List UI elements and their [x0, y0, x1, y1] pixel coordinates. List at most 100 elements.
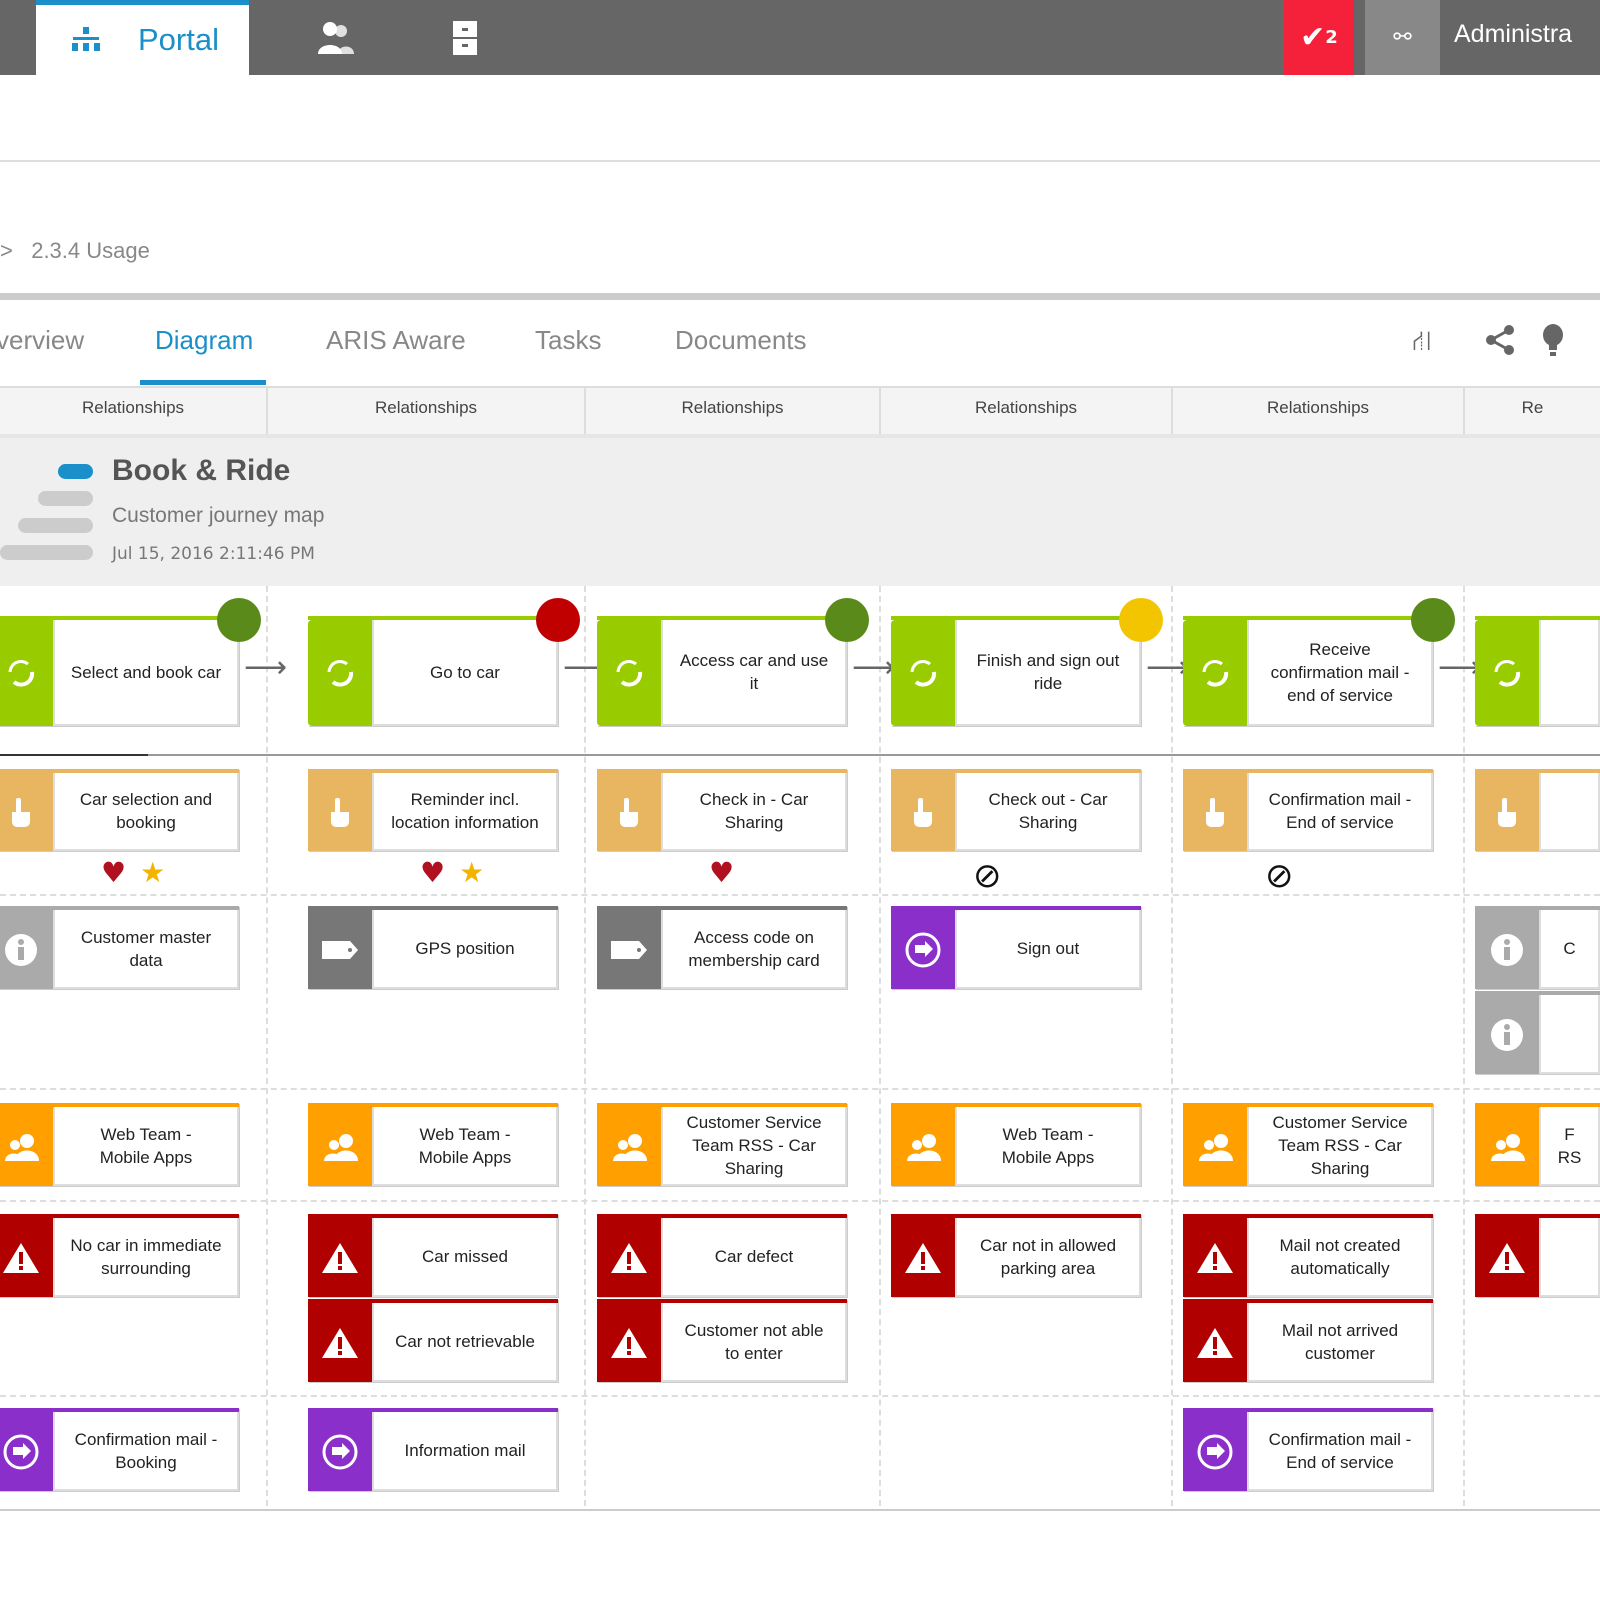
model-type: Customer journey map	[112, 504, 325, 527]
row-divider	[0, 1395, 1600, 1397]
message-card-label: Information mail	[372, 1412, 558, 1491]
info-icon	[1475, 910, 1539, 989]
message-card[interactable]: Confirmation mail - End of service	[1183, 1408, 1433, 1491]
glasses-button[interactable]: ⚯	[1365, 0, 1440, 75]
information-card-label: C	[1539, 910, 1600, 989]
tab-aris-aware[interactable]: ARIS Aware	[326, 325, 466, 356]
warning-icon	[308, 1303, 372, 1382]
hand-pointer-icon	[597, 773, 661, 851]
risk-card[interactable]: Car not retrievable	[308, 1299, 558, 1382]
warning-icon	[597, 1303, 661, 1382]
tab-overview[interactable]: verview	[0, 325, 84, 356]
team-card[interactable]: Web Team - Mobile Apps	[891, 1103, 1141, 1186]
cabinet-icon[interactable]	[452, 20, 478, 60]
touchpoint-icon	[0, 620, 53, 726]
lightbulb-icon[interactable]	[1542, 324, 1564, 365]
information-card-label: GPS position	[372, 910, 558, 989]
risk-card[interactable]: Mail not arrived customer	[1183, 1299, 1433, 1382]
risk-card-label: No car in immediate surrounding	[53, 1218, 239, 1297]
touchpoint-card-label: Car selection and booking	[53, 773, 239, 851]
touchpoint-card[interactable]: Reminder incl. location information	[308, 769, 558, 851]
rating: ⊘	[973, 856, 1002, 896]
risk-card[interactable]: Car not in allowed parking area	[891, 1214, 1141, 1297]
risk-card[interactable]: Car missed	[308, 1214, 558, 1297]
row-divider	[0, 1088, 1600, 1090]
touchpoint-card[interactable]: Check out - Car Sharing	[891, 769, 1141, 851]
risk-card[interactable]: Mail not created automatically	[1183, 1214, 1433, 1297]
diagram-bottom-border	[0, 1509, 1600, 1511]
warning-icon	[1183, 1218, 1247, 1297]
process-edit-icon[interactable]: ⛙	[1412, 324, 1432, 361]
touchpoint-icon	[1183, 620, 1247, 726]
breadcrumb-current[interactable]: 2.3.4 Usage	[31, 238, 150, 263]
relationships-header[interactable]: Relationships	[0, 388, 266, 434]
team-card-label: Web Team - Mobile Apps	[372, 1107, 558, 1186]
information-card[interactable]	[1475, 991, 1600, 1074]
info-icon	[1475, 995, 1539, 1074]
journey-step[interactable]	[1475, 616, 1600, 726]
tab-diagram[interactable]: Diagram	[155, 325, 253, 356]
tab-tasks[interactable]: Tasks	[535, 325, 601, 356]
information-card[interactable]: Sign out	[891, 906, 1141, 989]
tab-documents[interactable]: Documents	[675, 325, 807, 356]
warning-icon	[1475, 1218, 1539, 1297]
information-card[interactable]: GPS position	[308, 906, 558, 989]
information-card-label: Customer master data	[53, 910, 239, 989]
system-icon	[0, 1412, 53, 1491]
relationships-header[interactable]: Relationships	[1171, 388, 1463, 434]
team-card[interactable]: Customer Service Team RSS - Car Sharing	[1183, 1103, 1433, 1186]
not-applicable-icon: ⊘	[1265, 856, 1294, 896]
row-divider	[0, 894, 1600, 896]
model-logo-bar	[18, 518, 93, 533]
share-icon[interactable]	[1484, 324, 1516, 363]
journey-step[interactable]: Access car and use it	[597, 616, 847, 726]
relationships-header[interactable]: Relationships	[879, 388, 1171, 434]
information-card[interactable]: Customer master data	[0, 906, 239, 989]
risk-card[interactable]: No car in immediate surrounding	[0, 1214, 239, 1297]
touchpoint-card-label: Confirmation mail - End of service	[1247, 773, 1433, 851]
message-card[interactable]: Confirmation mail - Booking	[0, 1408, 239, 1491]
information-card[interactable]: C	[1475, 906, 1600, 989]
tag-icon	[597, 910, 661, 989]
touchpoint-card-label: Check out - Car Sharing	[955, 773, 1141, 851]
checkmark-heart-icon: ✔	[1300, 20, 1326, 55]
risk-card[interactable]: Car defect	[597, 1214, 847, 1297]
team-card[interactable]: Web Team - Mobile Apps	[0, 1103, 239, 1186]
tasks-button[interactable]: ✔ 2	[1284, 0, 1354, 75]
risk-card[interactable]: Customer not able to enter	[597, 1299, 847, 1382]
journey-step-label: Receive confirmation mail - end of servi…	[1247, 620, 1433, 726]
touchpoint-card[interactable]: Confirmation mail - End of service	[1183, 769, 1433, 851]
portal-label: Portal	[138, 22, 219, 57]
team-card[interactable]: Customer Service Team RSS - Car Sharing	[597, 1103, 847, 1186]
model-logo-bar	[0, 545, 93, 560]
user-menu[interactable]: Administra	[1454, 20, 1600, 49]
system-icon	[308, 1412, 372, 1491]
team-card[interactable]: Web Team - Mobile Apps	[308, 1103, 558, 1186]
relationships-header[interactable]: Relationships	[584, 388, 879, 434]
row-divider	[0, 1200, 1600, 1202]
tag-icon	[308, 910, 372, 989]
journey-step[interactable]: Finish and sign out ride	[891, 616, 1141, 726]
warning-icon	[308, 1218, 372, 1297]
breadcrumb-separator: >	[0, 238, 13, 263]
team-card[interactable]: F RS	[1475, 1103, 1600, 1186]
journey-step[interactable]: Go to car	[308, 616, 558, 726]
risk-card[interactable]	[1475, 1214, 1600, 1297]
risk-card-label	[1539, 1218, 1600, 1297]
touchpoint-card[interactable]	[1475, 769, 1600, 851]
relationships-header[interactable]: Relationships	[266, 388, 584, 434]
information-card[interactable]: Access code on membership card	[597, 906, 847, 989]
team-card-label: Web Team - Mobile Apps	[53, 1107, 239, 1186]
hand-pointer-icon	[1475, 773, 1539, 851]
portal-tab[interactable]: Portal	[36, 0, 249, 75]
touchpoint-card[interactable]: Car selection and booking	[0, 769, 239, 851]
status-indicator	[1411, 598, 1455, 642]
users-icon[interactable]	[316, 20, 354, 60]
flow-arrow-icon: ⟶	[852, 650, 896, 685]
journey-step[interactable]: Select and book car	[0, 616, 239, 726]
touchpoint-card[interactable]: Check in - Car Sharing	[597, 769, 847, 851]
team-card-label: Web Team - Mobile Apps	[955, 1107, 1141, 1186]
message-card[interactable]: Information mail	[308, 1408, 558, 1491]
relationships-header[interactable]: Re	[1463, 388, 1600, 434]
journey-step[interactable]: Receive confirmation mail - end of servi…	[1183, 616, 1433, 726]
